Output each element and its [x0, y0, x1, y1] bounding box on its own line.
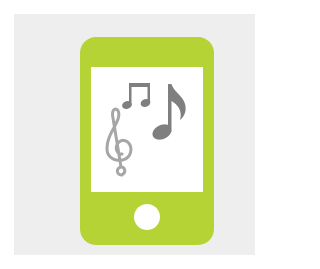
phone-illustration	[80, 37, 214, 245]
page-canvas	[0, 0, 269, 269]
home-button-icon	[134, 204, 160, 230]
